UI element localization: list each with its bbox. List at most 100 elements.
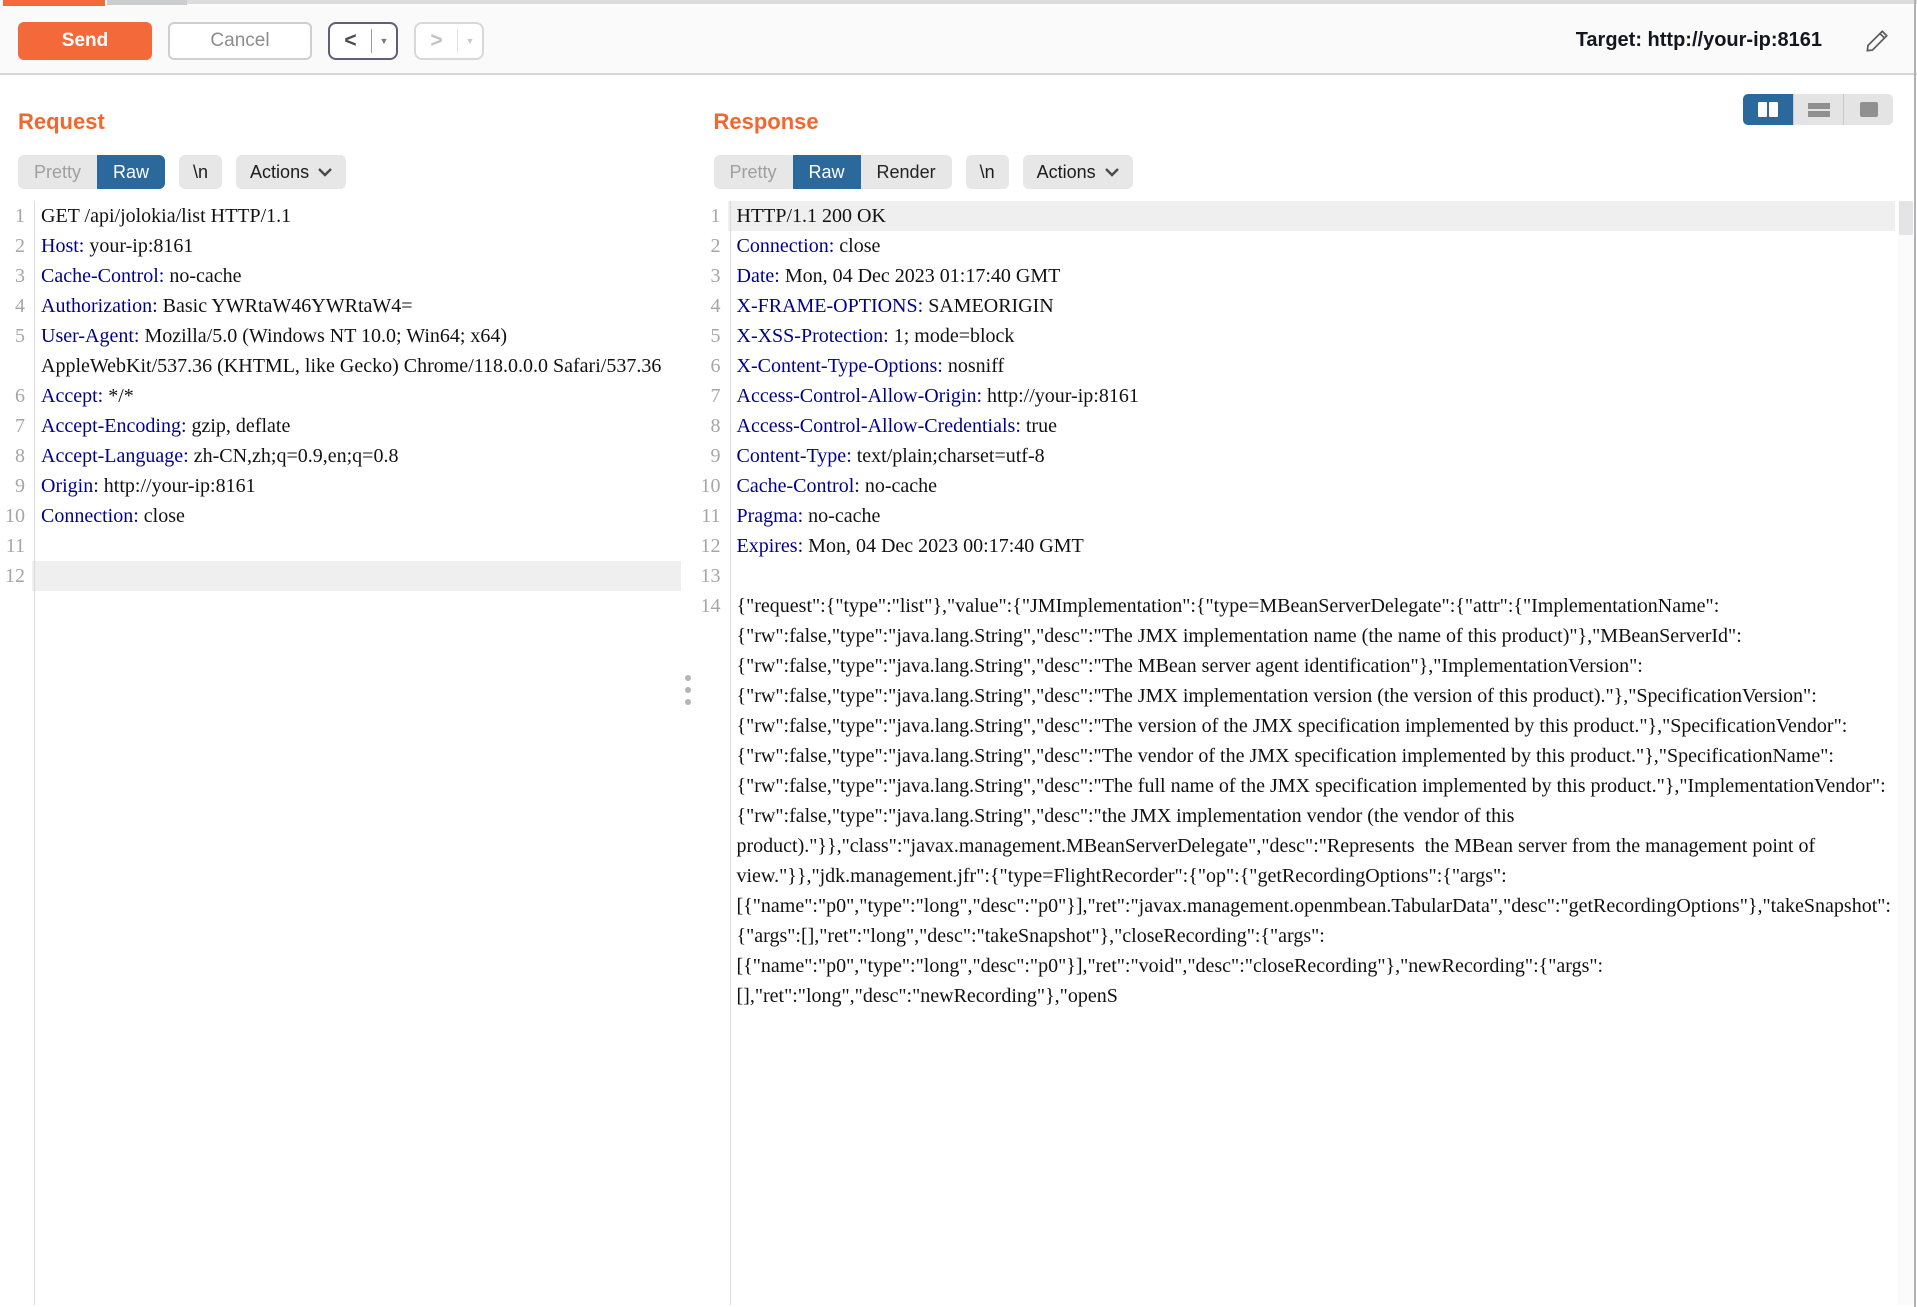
inactive-tab-indicator[interactable]: [107, 0, 187, 5]
line-content[interactable]: [728, 561, 1896, 591]
header-name: Cache-Control:: [41, 265, 164, 287]
line-content[interactable]: GET /api/jolokia/list HTTP/1.1: [32, 201, 681, 231]
back-dropdown-caret-icon: ▼: [372, 36, 396, 46]
line-content[interactable]: Cache-Control: no-cache: [728, 471, 1896, 501]
repeater-toolbar: Send Cancel < ▼ > ▼ Target: http://your-…: [0, 8, 1917, 75]
tab-raw[interactable]: Raw: [793, 155, 861, 189]
line-content[interactable]: User-Agent: Mozilla/5.0 (Windows NT 10.0…: [32, 321, 681, 381]
response-panel: Response Pretty Raw Render \n: [696, 75, 1917, 1305]
line-number: 3: [696, 261, 728, 291]
line-content[interactable]: X-XSS-Protection: 1; mode=block: [728, 321, 1896, 351]
line-number: 2: [696, 231, 728, 261]
line-content[interactable]: [32, 561, 681, 591]
newline-toggle-button[interactable]: \n: [179, 155, 222, 189]
history-forward-button[interactable]: > ▼: [414, 22, 484, 60]
line-number: 12: [0, 561, 32, 591]
line-number: 10: [696, 471, 728, 501]
editor-line: 11Pragma: no-cache: [696, 501, 1917, 531]
active-tab-indicator[interactable]: [3, 0, 105, 6]
response-format-tabs: Pretty Raw Render: [714, 155, 952, 189]
editor-line: 9Content-Type: text/plain;charset=utf-8: [696, 441, 1917, 471]
editor-line: 1HTTP/1.1 200 OK: [696, 201, 1917, 231]
line-content[interactable]: Connection: close: [728, 231, 1896, 261]
header-name: Authorization:: [41, 295, 158, 317]
line-content[interactable]: Connection: close: [32, 501, 681, 531]
send-button[interactable]: Send: [18, 22, 152, 60]
header-name: Accept-Encoding:: [41, 415, 187, 437]
header-name: X-XSS-Protection:: [737, 325, 889, 347]
header-name: Host:: [41, 235, 84, 257]
line-number: 10: [0, 501, 32, 531]
editor-line: 13: [696, 561, 1917, 591]
response-scrollbar[interactable]: [1898, 201, 1914, 1305]
line-content[interactable]: Date: Mon, 04 Dec 2023 01:17:40 GMT: [728, 261, 1896, 291]
line-content[interactable]: [32, 531, 681, 561]
response-panel-header: Response: [696, 75, 1917, 135]
forward-dropdown-caret-icon: ▼: [458, 36, 482, 46]
request-actions-button[interactable]: Actions: [236, 155, 346, 189]
response-actions-button[interactable]: Actions: [1023, 155, 1133, 189]
editor-line: 4X-FRAME-OPTIONS: SAMEORIGIN: [696, 291, 1917, 321]
cancel-button[interactable]: Cancel: [168, 22, 312, 60]
chevron-down-icon: [318, 168, 332, 177]
repeater-tab-strip: [0, 0, 1917, 8]
tab-raw[interactable]: Raw: [97, 155, 165, 189]
layout-view-toggle: [1743, 94, 1893, 125]
line-number: 11: [696, 501, 728, 531]
edit-target-pencil-icon[interactable]: [1864, 27, 1891, 54]
editor-line: 12Expires: Mon, 04 Dec 2023 00:17:40 GMT: [696, 531, 1917, 561]
editor-line: 6X-Content-Type-Options: nosniff: [696, 351, 1917, 381]
rows-layout-icon: [1808, 103, 1830, 117]
header-name: Connection:: [737, 235, 835, 257]
request-editor[interactable]: 1GET /api/jolokia/list HTTP/1.12Host: yo…: [0, 201, 681, 1305]
line-content[interactable]: Accept-Encoding: gzip, deflate: [32, 411, 681, 441]
line-content[interactable]: Access-Control-Allow-Origin: http://your…: [728, 381, 1896, 411]
editor-line: 2Connection: close: [696, 231, 1917, 261]
line-number: 11: [0, 531, 32, 561]
line-number: 6: [0, 381, 32, 411]
tab-render[interactable]: Render: [861, 155, 952, 189]
line-content[interactable]: HTTP/1.1 200 OK: [728, 201, 1896, 231]
line-content[interactable]: X-Content-Type-Options: nosniff: [728, 351, 1896, 381]
line-content[interactable]: Origin: http://your-ip:8161: [32, 471, 681, 501]
view-rows-button[interactable]: [1793, 94, 1843, 125]
history-back-button[interactable]: < ▼: [328, 22, 398, 60]
single-layout-icon: [1860, 102, 1878, 117]
line-content[interactable]: Pragma: no-cache: [728, 501, 1896, 531]
line-content[interactable]: Accept-Language: zh-CN,zh;q=0.9,en;q=0.8: [32, 441, 681, 471]
splitter-grip-icon: [685, 675, 691, 705]
editor-line: 2Host: your-ip:8161: [0, 231, 681, 261]
line-number: 1: [0, 201, 32, 231]
header-name: User-Agent:: [41, 325, 139, 347]
line-content[interactable]: Host: your-ip:8161: [32, 231, 681, 261]
line-content[interactable]: Cache-Control: no-cache: [32, 261, 681, 291]
scrollbar-thumb[interactable]: [1899, 201, 1913, 235]
panel-splitter[interactable]: [681, 75, 696, 1305]
response-editor[interactable]: 1HTTP/1.1 200 OK2Connection: close3Date:…: [696, 201, 1917, 1305]
tab-pretty[interactable]: Pretty: [714, 155, 793, 189]
line-content[interactable]: Accept: */*: [32, 381, 681, 411]
line-number: 4: [0, 291, 32, 321]
newline-toggle-button[interactable]: \n: [966, 155, 1009, 189]
line-number: 9: [0, 471, 32, 501]
view-single-button[interactable]: [1843, 94, 1893, 125]
header-name: Pragma:: [737, 505, 804, 527]
editor-line: 5X-XSS-Protection: 1; mode=block: [696, 321, 1917, 351]
editor-line: 11: [0, 531, 681, 561]
line-content[interactable]: Expires: Mon, 04 Dec 2023 00:17:40 GMT: [728, 531, 1896, 561]
columns-layout-icon: [1758, 102, 1778, 117]
request-panel-header: Request: [0, 75, 681, 135]
view-columns-button[interactable]: [1743, 94, 1793, 125]
line-number: 9: [696, 441, 728, 471]
editor-line: 8Access-Control-Allow-Credentials: true: [696, 411, 1917, 441]
response-title: Response: [714, 109, 819, 134]
tab-pretty[interactable]: Pretty: [18, 155, 97, 189]
line-content[interactable]: X-FRAME-OPTIONS: SAMEORIGIN: [728, 291, 1896, 321]
line-content[interactable]: Authorization: Basic YWRtaW46YWRtaW4=: [32, 291, 681, 321]
request-tab-row: Pretty Raw \n Actions: [18, 155, 663, 189]
editor-line: 14{"request":{"type":"list"},"value":{"J…: [696, 591, 1917, 1011]
line-content[interactable]: Content-Type: text/plain;charset=utf-8: [728, 441, 1896, 471]
line-number: 12: [696, 531, 728, 561]
line-content[interactable]: Access-Control-Allow-Credentials: true: [728, 411, 1896, 441]
line-content[interactable]: {"request":{"type":"list"},"value":{"JMI…: [728, 591, 1896, 1011]
